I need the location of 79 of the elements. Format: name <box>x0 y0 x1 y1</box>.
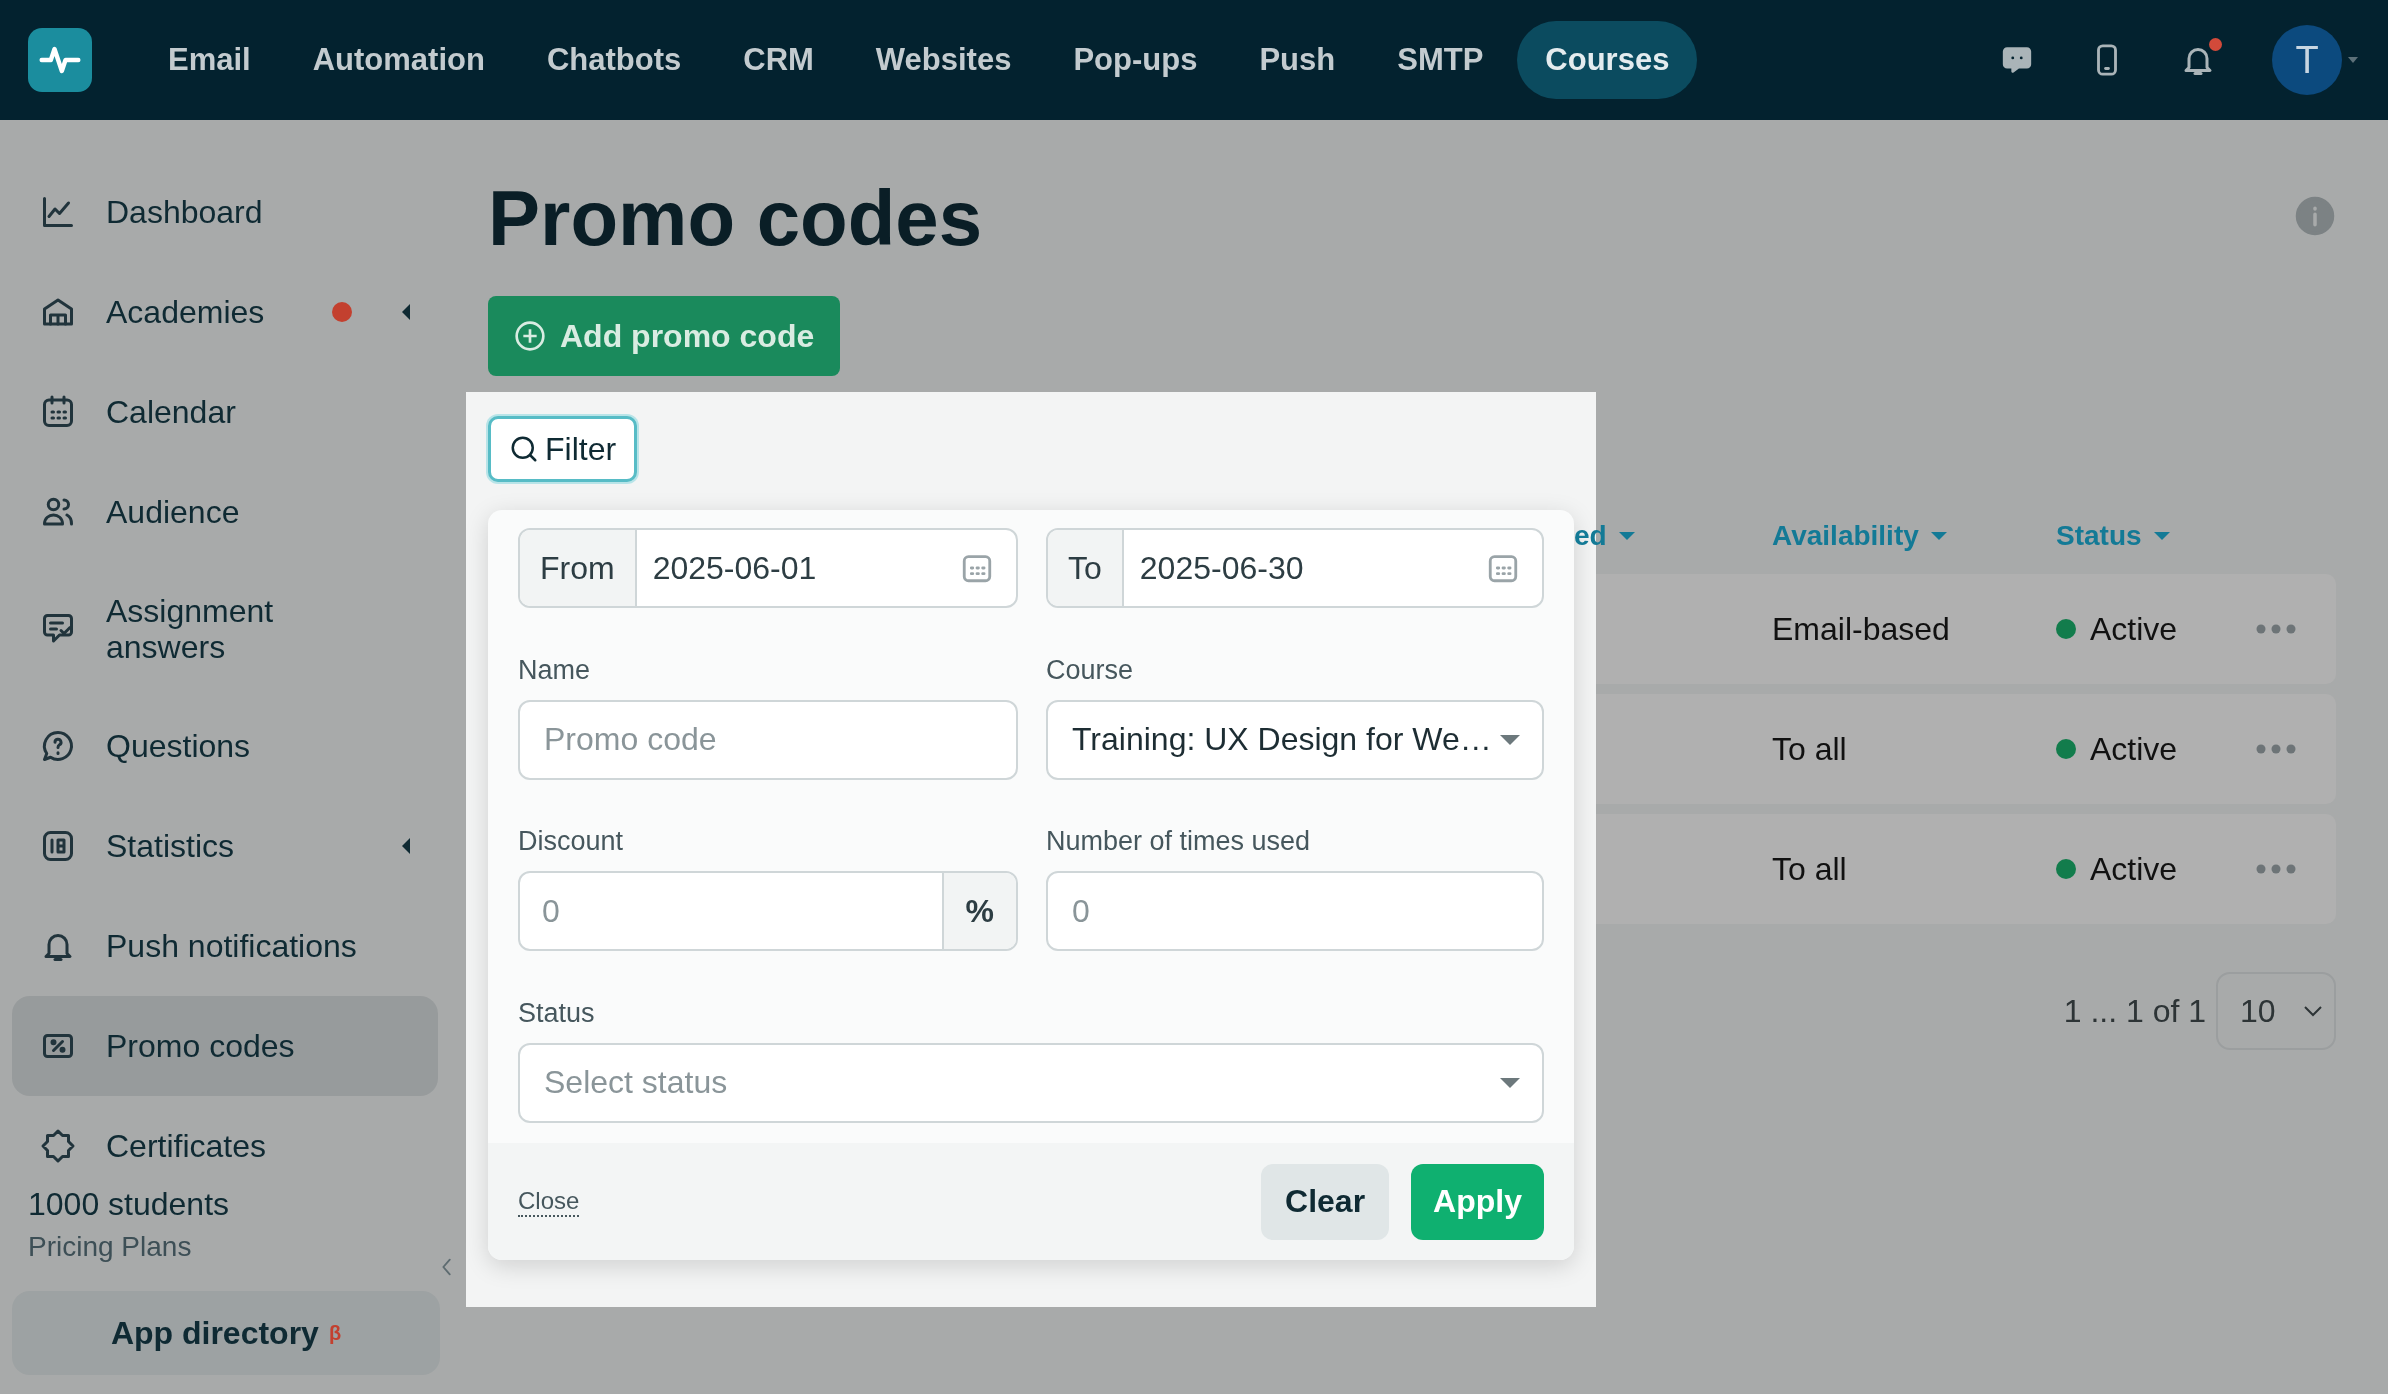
status-dot <box>2056 859 2076 879</box>
discount-input[interactable]: 0 <box>520 873 942 949</box>
caret-icon <box>2346 55 2360 65</box>
nav-tab[interactable]: SMTP <box>1369 21 1512 99</box>
sidebar-item[interactable]: Assignment answers <box>12 562 438 696</box>
chart-icon <box>40 194 76 230</box>
chevron-down-icon <box>2302 1004 2324 1018</box>
sidebar-label: Promo codes <box>106 1028 296 1064</box>
date-label: To <box>1048 530 1124 606</box>
sidebar-item[interactable]: Dashboard <box>12 162 438 262</box>
nav-tab[interactable]: CRM <box>715 21 842 99</box>
pagination-range: 1 ... 1 of 1 <box>2063 992 2206 1030</box>
date-to-field[interactable]: To 2025-06-30 <box>1046 528 1544 608</box>
filter-button[interactable]: Filter <box>488 416 638 482</box>
table-cell-text: To all <box>1772 730 1848 768</box>
nav-tab[interactable]: Pop-ups <box>1045 21 1226 99</box>
date-from-field[interactable]: From 2025-06-01 <box>518 528 1018 608</box>
app-directory-button[interactable]: App directory $^{β}$ <box>12 1291 440 1375</box>
page-title: Promo codes <box>488 173 983 264</box>
field-label: Number of times used <box>1046 826 1312 857</box>
unit-label: % <box>941 873 1016 949</box>
nav-tab[interactable]: Push <box>1231 21 1364 99</box>
add-promo-code-button[interactable]: Add promo code <box>488 296 841 376</box>
caret-icon[interactable] <box>402 838 410 854</box>
status-dot <box>2056 739 2076 759</box>
status-label: Active <box>2090 850 2178 888</box>
sidebar-label: Audience <box>106 494 241 530</box>
status-label: Active <box>2090 730 2178 768</box>
discount-field[interactable]: 0 % <box>518 871 1018 951</box>
name-field[interactable]: Promo code <box>518 699 1018 780</box>
clear-button[interactable]: Clear <box>1261 1163 1390 1240</box>
sidebar-label: Certificates <box>106 1128 268 1164</box>
table-cell-text: Email-based <box>1772 610 1951 648</box>
nav-tab[interactable]: Email <box>140 21 279 99</box>
nav-tab[interactable]: Courses <box>1517 21 1698 99</box>
nav-tab[interactable]: Automation <box>284 21 513 99</box>
students-count: 1000 students <box>28 1186 231 1223</box>
status-label: Active <box>2090 610 2178 648</box>
caret-icon[interactable] <box>402 304 410 320</box>
table-cell-text: To all <box>1772 850 1848 888</box>
close-link[interactable]: Close <box>518 1186 580 1217</box>
avatar[interactable]: T <box>2272 25 2342 95</box>
sidebar-item[interactable]: Push notifications <box>12 896 438 996</box>
sidebar-label: Academies <box>106 294 266 330</box>
field-label: Discount <box>518 826 625 857</box>
date-label: From <box>520 530 637 606</box>
sidebar-label: Calendar <box>106 394 237 430</box>
date-value: 2025-06-01 <box>652 549 818 587</box>
field-label: Course <box>1046 654 1135 686</box>
date-value: 2025-06-30 <box>1139 549 1305 587</box>
page-size-select[interactable]: 10 <box>2216 972 2336 1050</box>
field-label: Status <box>518 997 596 1029</box>
sidebar-item[interactable]: Questions <box>12 696 438 796</box>
pricing-plans-link[interactable]: Pricing Plans <box>28 1231 424 1263</box>
column-header[interactable]: ed <box>1574 520 1635 552</box>
course-select[interactable]: Training: UX Design for We… <box>1046 699 1544 780</box>
info-icon <box>2294 195 2336 237</box>
field-label: Name <box>518 654 592 686</box>
question-icon <box>40 728 76 764</box>
nav-tab[interactable]: Websites <box>847 21 1040 99</box>
status-dot <box>2056 619 2076 639</box>
calendar-icon <box>40 394 76 430</box>
sidebar-label: Statistics <box>106 828 236 864</box>
sidebar-item[interactable]: Statistics <box>12 796 438 896</box>
sidebar-label: Questions <box>106 728 252 764</box>
plus-circle-icon <box>514 320 546 352</box>
sidebar-item[interactable]: Calendar <box>12 362 438 462</box>
search-icon <box>509 434 539 464</box>
badge-icon <box>40 1128 76 1164</box>
sidebar-label: Assignment answers <box>106 593 275 665</box>
logo-icon[interactable] <box>28 28 92 92</box>
sidebar-item[interactable]: Academies <box>12 262 438 362</box>
nav-tab[interactable]: Chatbots <box>518 21 710 99</box>
sidebar-item[interactable]: Promo codes <box>12 996 438 1096</box>
stats-icon <box>40 828 76 864</box>
sidebar-label: Push notifications <box>106 928 358 964</box>
sidebar-label: Dashboard <box>106 194 264 230</box>
times-used-field[interactable]: 0 <box>1046 871 1544 951</box>
sidebar-item[interactable]: Audience <box>12 462 438 562</box>
